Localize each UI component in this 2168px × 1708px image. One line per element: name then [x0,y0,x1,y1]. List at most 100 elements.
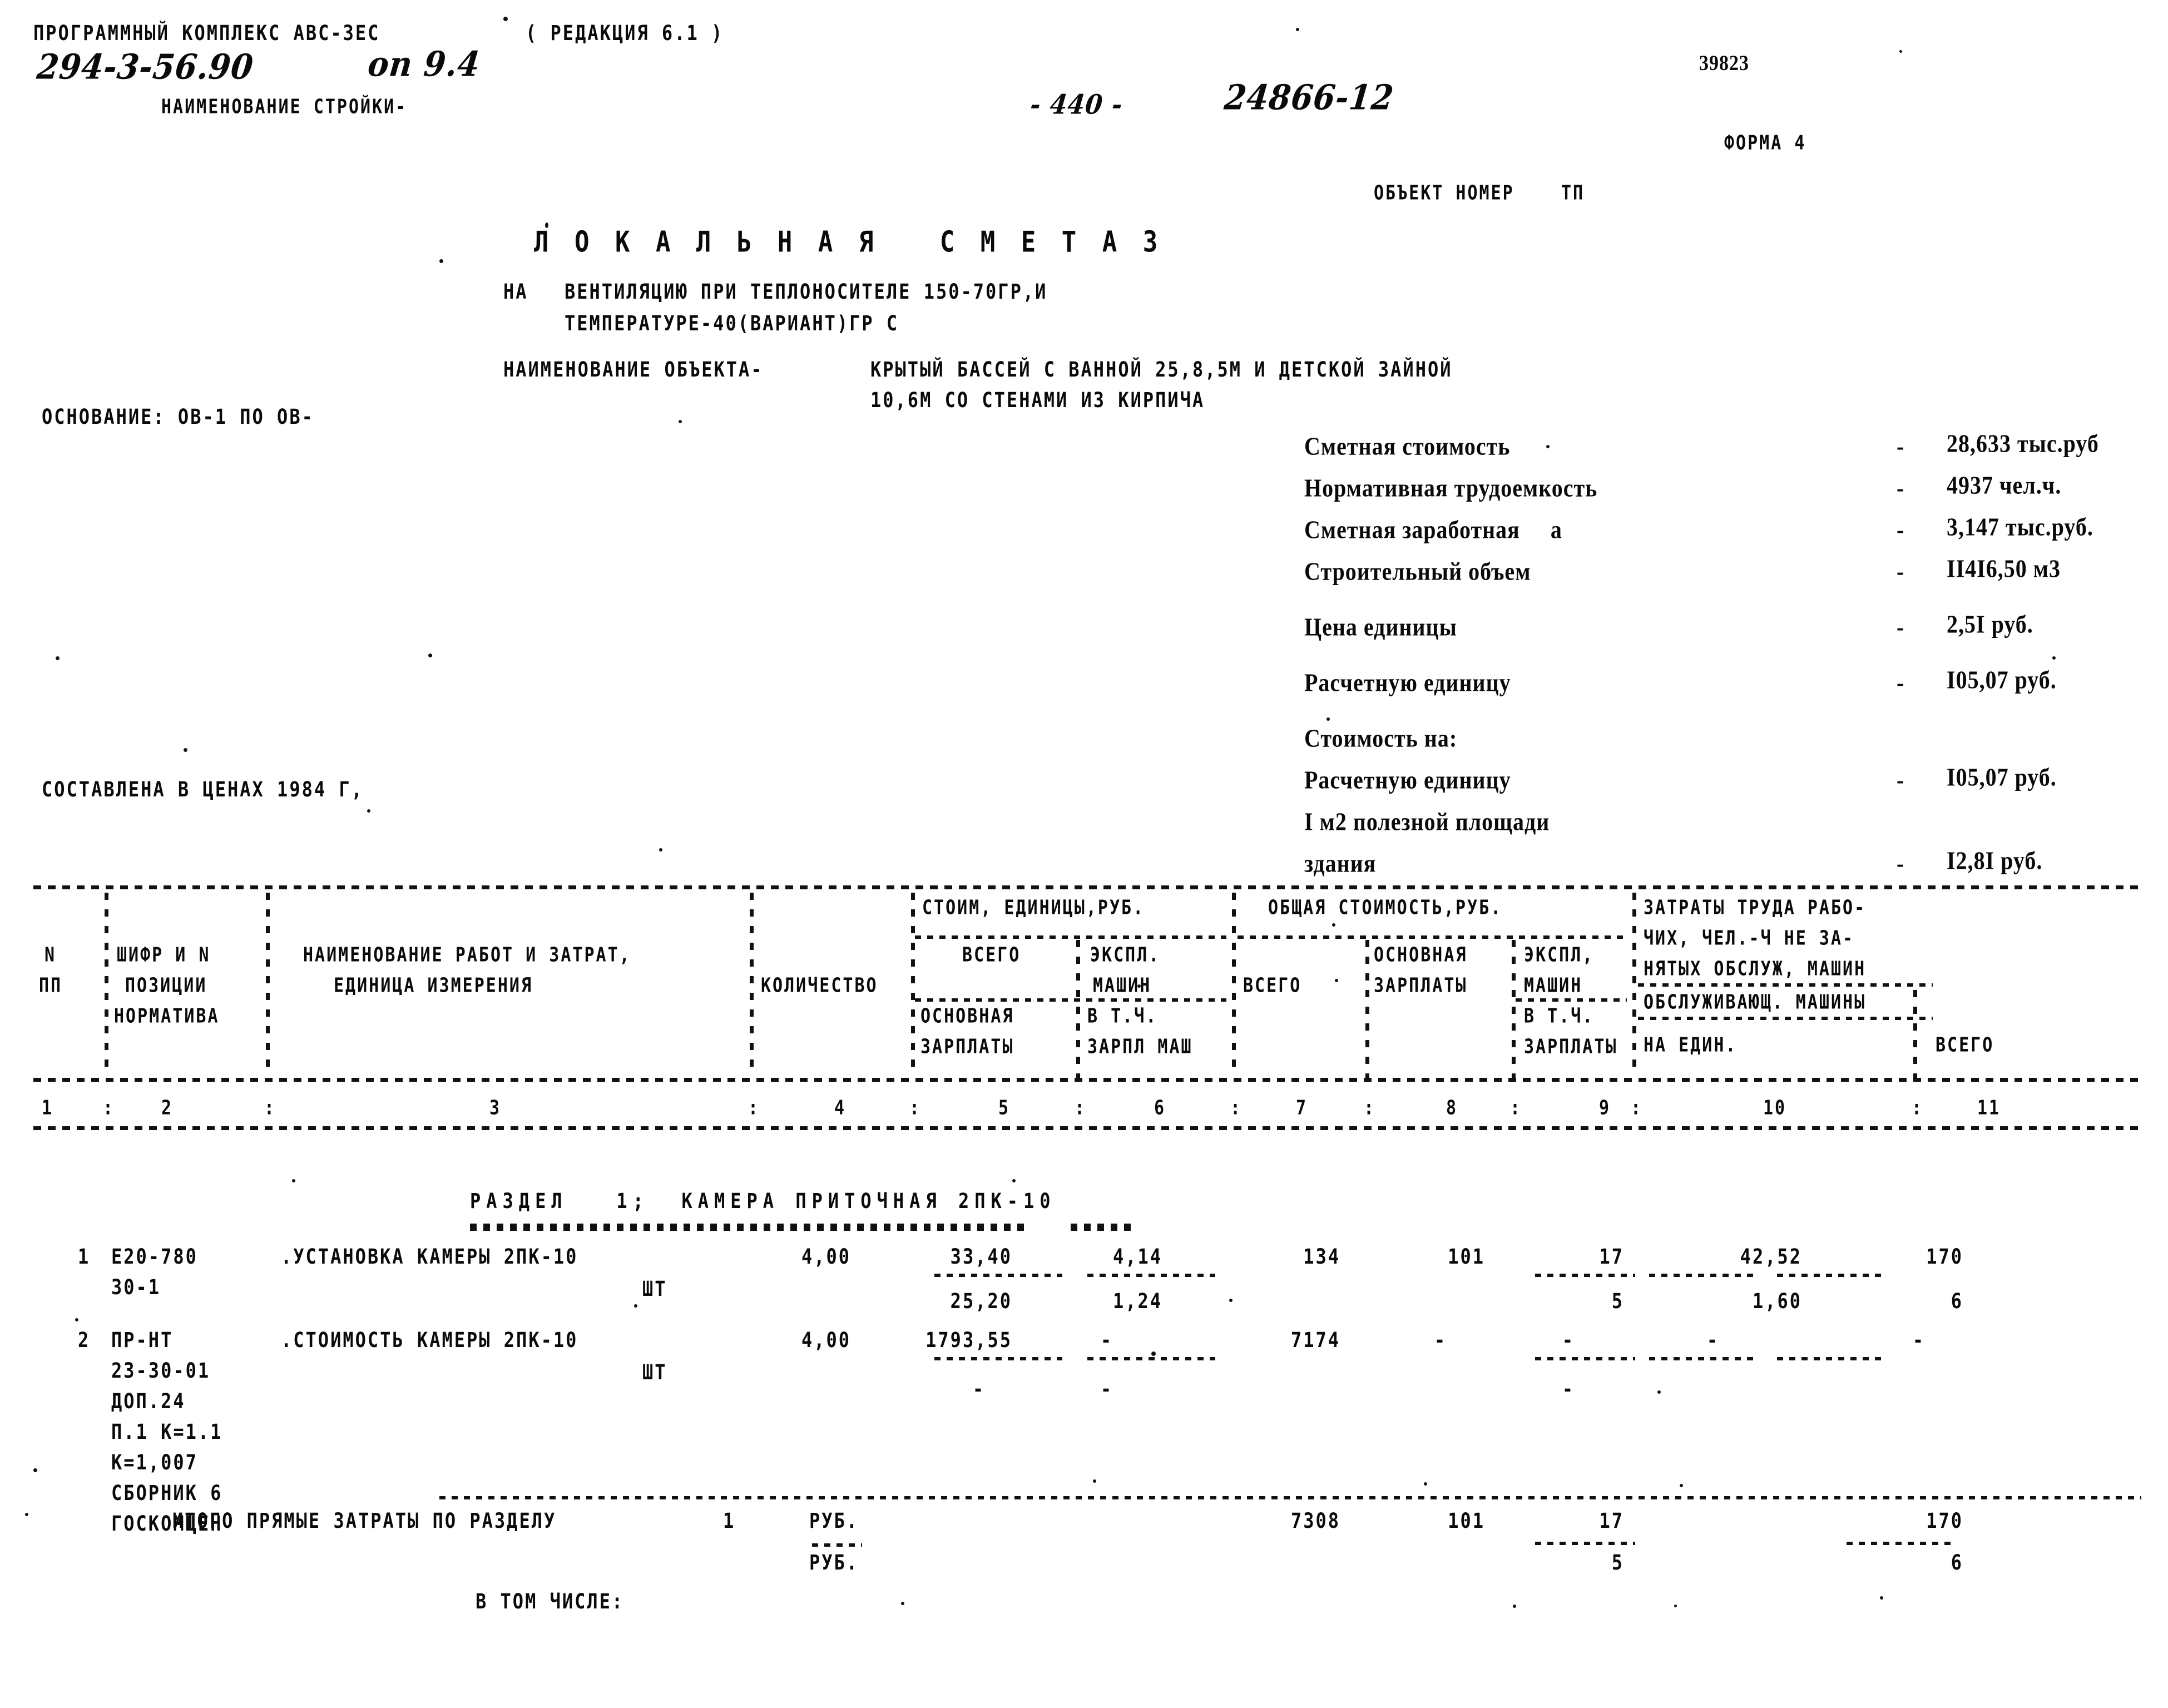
totals-unit-1: РУБ. [809,1508,859,1533]
header-col-pp: ПП [39,974,63,997]
table-colnum-rule [33,1126,2141,1130]
header-labor-l1: ЗАТРАТЫ ТРУДА РАБО- [1644,896,1867,919]
scan-speckle [292,1179,295,1182]
header-labor-total: ВСЕГО [1936,1033,1994,1057]
section-title-rule-2 [1071,1224,1135,1231]
colnum-6: 6 [1154,1096,1166,1120]
table-header-rule [33,1078,2141,1082]
row-2-cipher-l1: ПР-НТ [111,1327,174,1353]
summary-value-0: 28,633 тыс.руб [1947,429,2099,458]
scan-speckle [1899,50,1902,53]
header-unit-incl-l2: ЗАРПЛ МАШ [1087,1035,1193,1058]
summary-label-4: Цена единицы [1304,612,1457,641]
subject-line-1: ВЕНТИЛЯЦИЮ ПРИ ТЕПЛОНОСИТЕЛЕ 150-70ГР,И [565,279,1048,304]
totals-total-base: 101 [1448,1508,1485,1533]
summary-label-0: Сметная стоимость [1304,432,1511,461]
row-1-labor-unit: 42,52 [1740,1244,1802,1269]
section-title-rule [470,1224,1026,1231]
col-sep-7 [1365,940,1369,1079]
row-1-total-incl: 5 [1611,1288,1624,1314]
labor-underline-2 [1638,1017,1933,1020]
col-sep-8 [1512,940,1516,1079]
colnum-8: 8 [1446,1096,1458,1120]
totals-label: ИТОГО ПРЯМЫЕ ЗАТРАТЫ ПО РАЗДЕЛУ [172,1508,557,1533]
header-total-cost: ОБЩАЯ СТОИМОСТЬ,РУБ. [1268,896,1503,919]
scan-speckle [1012,1179,1016,1182]
handwritten-number: 24866-12 [1222,77,1396,118]
summary2-dash-0: - [1897,765,1905,794]
header-labor-unit: НА ЕДИН. [1644,1033,1738,1057]
scan-speckle [1296,28,1299,31]
summary-dash-5: - [1897,668,1905,697]
page-number: - 440 - [1028,89,1125,121]
colnum-7: 7 [1296,1096,1308,1120]
col-sep-2 [266,893,270,1076]
form-label: ФОРМА 4 [1724,131,1806,155]
scan-speckle [1332,923,1335,927]
row-2-number: 2 [78,1327,91,1353]
summary-value-1: 4937 чел.ч. [1947,471,2062,499]
summary-dash-3: - [1897,557,1905,586]
header-unit-mach-l2: МАШИН [1093,974,1152,997]
scan-speckle [439,259,443,263]
scan-speckle [1424,1482,1427,1486]
row-2-labor-total: - [1912,1327,1926,1353]
row-1-unit-total: 33,40 [950,1244,1012,1269]
header-unit-base-l2: ЗАРПЛАТЫ [920,1035,1014,1058]
summary-dash-2: - [1897,515,1905,544]
row-1-cipher-l1: Е20-780 [111,1244,198,1269]
row-1-rule-a [934,1274,1062,1277]
row-2-name: .СТОИМОСТЬ КАМЕРЫ 2ПК-10 [281,1327,578,1353]
scan-speckle [1657,1390,1661,1394]
header-qty: КОЛИЧЕСТВО [761,974,878,997]
header-labor-l4: ОБСЛУЖИВАЮЩ. МАШИНЫ [1644,991,1867,1014]
row-2-labor-unit: - [1706,1327,1720,1353]
header-name-l2: ЕДИНИЦА ИЗМЕРЕНИЯ [334,974,533,997]
scanned-estimate-page: ПРОГРАММНЫЙ КОМПЛЕКС АВС-3ЕС ( РЕДАКЦИЯ … [0,0,2168,1708]
colnum-11: 11 [1977,1096,2001,1120]
header-total-base-l1: ОСНОВНАЯ [1374,943,1468,967]
row-1-number: 1 [78,1244,91,1269]
summary-value-3: II4I6,50 м3 [1947,554,2061,583]
row-1-unit: ШТ [642,1276,667,1301]
row-1-rule-c [1535,1274,1635,1277]
scan-speckle [1546,445,1550,448]
scan-speckle [25,1513,28,1516]
document-code: 294-3-56.90 [34,47,256,88]
header-total-mach-l2: МАШИН [1524,974,1583,997]
colnum-2: 2 [161,1096,174,1120]
row-1-cipher-l2: 30-1 [111,1274,161,1300]
row-1-rule-d [1649,1274,1755,1277]
col-sep-9 [1632,893,1636,1076]
colnum-4: 4 [834,1096,847,1120]
row-1-unit-incl: 1,24 [1112,1288,1162,1314]
colnum-3: 3 [489,1096,502,1120]
header-total-all: ВСЕГО [1243,974,1302,997]
row-1-labor-unit-2: 1,60 [1752,1288,1802,1314]
summary2-label-0: Расчетную единицу [1304,765,1511,794]
scan-speckle [1880,1596,1883,1600]
row-2-unit-total: 1793,55 [925,1327,1012,1353]
row-2-rule-d [1649,1357,1755,1360]
totals-including-label: В ТОМ ЧИСЛЕ: [476,1588,625,1614]
row-1-labor-total-2: 6 [1951,1288,1963,1314]
totals-total-mach: 17 [1599,1508,1624,1533]
totals-total-incl: 5 [1611,1549,1624,1575]
colnum-1: 1 [42,1096,54,1120]
totals-unit-2: РУБ. [809,1549,859,1575]
summary-label-5: Расчетную единицу [1304,668,1511,697]
summary-dash-1: - [1897,473,1905,502]
row-2-rule-b [1087,1357,1215,1360]
header-total-incl-l1: В Т.Ч. [1524,1004,1595,1028]
scan-speckle [1513,1605,1516,1608]
scan-speckle [56,656,60,660]
totals-labor-total-2: 6 [1951,1549,1963,1575]
summary-label-1: Нормативная трудоемкость [1304,473,1598,502]
header-cipher-l1: ШИФР И N [117,943,211,967]
row-2-cipher-l3: ДОП.24 [111,1388,186,1414]
summary2-dash-2: - [1897,849,1905,878]
scan-speckle [1151,1351,1156,1356]
scan-speckle [428,654,432,657]
subject-line-2: ТЕМПЕРАТУРЕ-40(ВАРИАНТ)ГР С [565,310,899,336]
row-1-rule-b [1087,1274,1215,1277]
